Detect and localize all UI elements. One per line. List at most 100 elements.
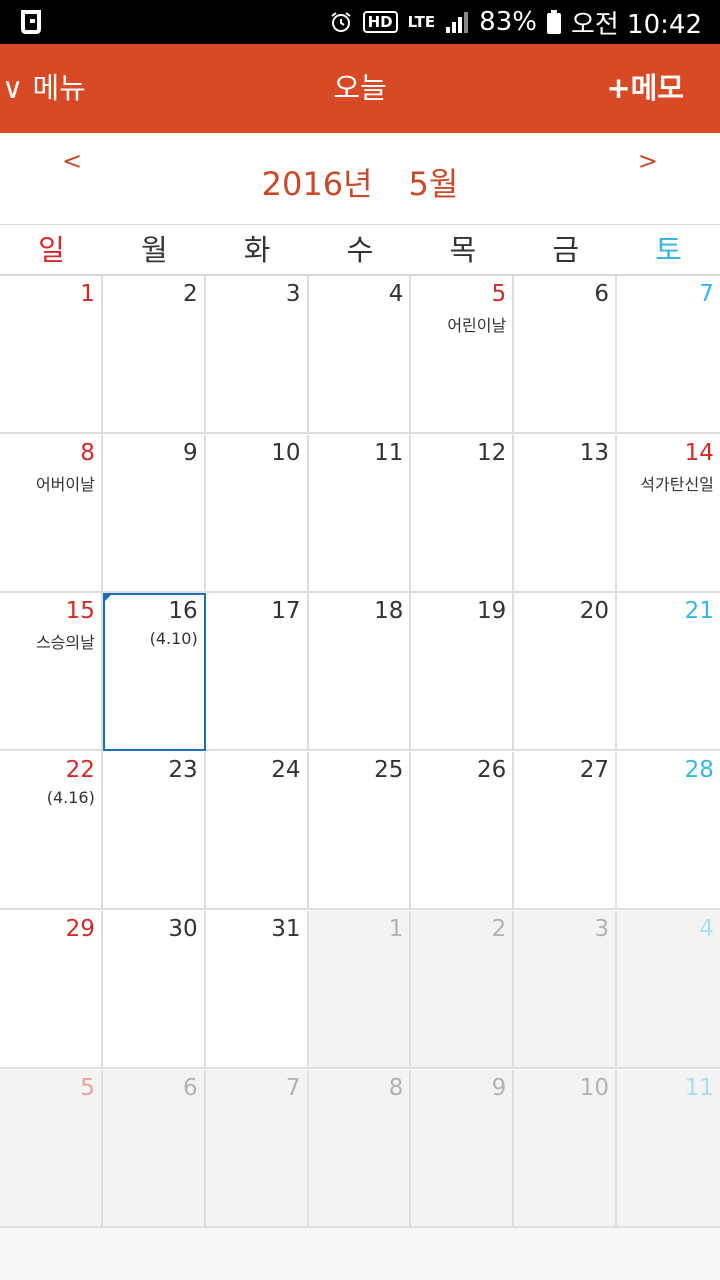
calendar-grid: 1 2 3 4 5 어린이날 6 7 8 어버이날 9 10 11 12 13 14 석가탄신일 15 스승의날 16… (0, 276, 720, 1228)
day-cell[interactable]: 17 (205, 593, 309, 752)
day-cell[interactable]: 19 (411, 593, 515, 752)
day-number: 7 (699, 281, 714, 307)
day-cell[interactable]: 10 (205, 434, 309, 593)
day-cell[interactable]: 27 (514, 752, 618, 911)
day-number: 10 (271, 439, 301, 466)
day-cell[interactable]: 11 (308, 434, 412, 593)
day-number: 29 (65, 915, 95, 942)
day-cell[interactable]: 29 (0, 910, 103, 1069)
hd-voice-icon: HD (362, 11, 398, 33)
day-cell[interactable]: 2 (411, 910, 515, 1069)
day-cell[interactable]: 26 (411, 752, 515, 911)
day-cell[interactable]: 18 (308, 593, 412, 752)
day-cell[interactable]: 5 (0, 1069, 103, 1228)
network-type: LTE (407, 13, 436, 31)
day-number: 5 (491, 281, 507, 307)
day-cell[interactable]: 4 (308, 276, 412, 434)
day-number: 11 (374, 439, 404, 466)
weekday-header: 일 월 화 수 목 금 토 (0, 224, 720, 276)
day-cell[interactable]: 1 (308, 910, 412, 1069)
day-cell[interactable]: 9 (411, 1069, 515, 1228)
day-number: 3 (594, 915, 610, 942)
month-navigation: < 2016년 5월 > (0, 133, 720, 224)
day-number: 25 (374, 757, 404, 784)
week-row: 29 30 31 1 2 3 4 (0, 910, 720, 1069)
day-number: 14 (684, 439, 714, 466)
day-number: 9 (491, 1074, 507, 1101)
day-cell[interactable]: 22 (4.16) (0, 752, 103, 911)
day-cell[interactable]: 20 (514, 593, 618, 752)
day-number: 18 (374, 598, 404, 625)
day-cell[interactable]: 3 (205, 276, 309, 434)
day-number: 6 (594, 281, 610, 307)
day-cell[interactable]: 31 (205, 910, 309, 1069)
day-number: 1 (80, 281, 95, 307)
day-cell[interactable]: 11 (617, 1069, 720, 1228)
day-cell[interactable]: 2 (102, 276, 206, 434)
day-number: 15 (65, 598, 95, 625)
day-cell[interactable]: 16 (4.10) (102, 593, 206, 752)
day-note: 어버이날 (35, 474, 95, 494)
day-cell[interactable]: 10 (514, 1069, 618, 1228)
day-cell[interactable]: 3 (514, 910, 618, 1069)
day-number: 20 (579, 598, 610, 625)
add-memo-button[interactable]: +메모 (606, 44, 684, 133)
day-cell[interactable]: 8 (308, 1069, 412, 1228)
day-cell[interactable]: 6 (514, 276, 618, 434)
day-cell[interactable]: 1 (0, 276, 103, 434)
day-cell[interactable]: 23 (102, 752, 206, 911)
day-number: 22 (65, 757, 95, 784)
next-month-button[interactable]: > (638, 147, 658, 175)
menu-button[interactable]: ∨ 메뉴 (2, 44, 86, 133)
day-cell[interactable]: 24 (205, 752, 309, 911)
today-button[interactable]: 오늘 (333, 71, 386, 105)
day-number: 16 (168, 598, 198, 625)
day-cell[interactable]: 25 (308, 752, 412, 911)
day-cell[interactable]: 12 (411, 434, 515, 593)
week-row: 5 6 7 8 9 10 11 (0, 1069, 720, 1228)
weekday-mon: 월 (140, 233, 168, 267)
day-number: 8 (388, 1074, 404, 1101)
day-number: 7 (285, 1074, 301, 1101)
day-cell[interactable]: 7 (205, 1069, 309, 1228)
day-number: 11 (684, 1074, 714, 1101)
alarm-icon (330, 12, 351, 32)
day-cell[interactable]: 21 (617, 593, 720, 752)
day-cell[interactable]: 28 (617, 752, 720, 911)
day-number: 23 (168, 757, 198, 784)
day-cell[interactable]: 9 (102, 434, 206, 593)
day-cell[interactable]: 5 어린이날 (411, 276, 515, 434)
weekday-fri: 금 (552, 233, 580, 267)
weekday-sat: 토 (655, 233, 682, 267)
day-cell[interactable]: 7 (617, 276, 720, 434)
day-number: 6 (183, 1074, 198, 1101)
weekday-sun: 일 (38, 233, 65, 267)
clock: 오전 10:42 (570, 9, 702, 40)
day-cell[interactable]: 30 (102, 910, 206, 1069)
day-number: 26 (476, 757, 507, 784)
day-cell[interactable]: 15 스승의날 (0, 593, 103, 752)
day-cell[interactable]: 4 (617, 910, 720, 1069)
selected-day-marker (102, 593, 113, 604)
week-row: 15 스승의날 16 (4.10) 17 18 19 20 21 (0, 593, 720, 752)
day-cell[interactable]: 14 석가탄신일 (617, 434, 720, 593)
day-note: 스승의날 (35, 633, 95, 653)
battery-icon (546, 10, 561, 34)
day-number: 27 (579, 757, 610, 784)
day-note: (4.10) (149, 629, 198, 649)
day-number: 3 (285, 281, 301, 307)
day-number: 24 (271, 757, 301, 784)
day-cell[interactable]: 8 어버이날 (0, 434, 103, 593)
day-number: 28 (684, 757, 714, 784)
day-cell[interactable]: 6 (102, 1069, 206, 1228)
year-label: 2016년 (261, 165, 373, 203)
day-note: (4.16) (46, 788, 95, 808)
month-label: 5월 (408, 165, 459, 203)
day-cell[interactable]: 13 (514, 434, 618, 593)
month-title[interactable]: 2016년 5월 (0, 159, 720, 205)
app-notification-icon (21, 10, 41, 34)
day-number: 10 (579, 1074, 610, 1101)
day-number: 17 (271, 598, 301, 625)
day-number: 31 (271, 915, 301, 942)
day-number: 21 (684, 598, 714, 625)
